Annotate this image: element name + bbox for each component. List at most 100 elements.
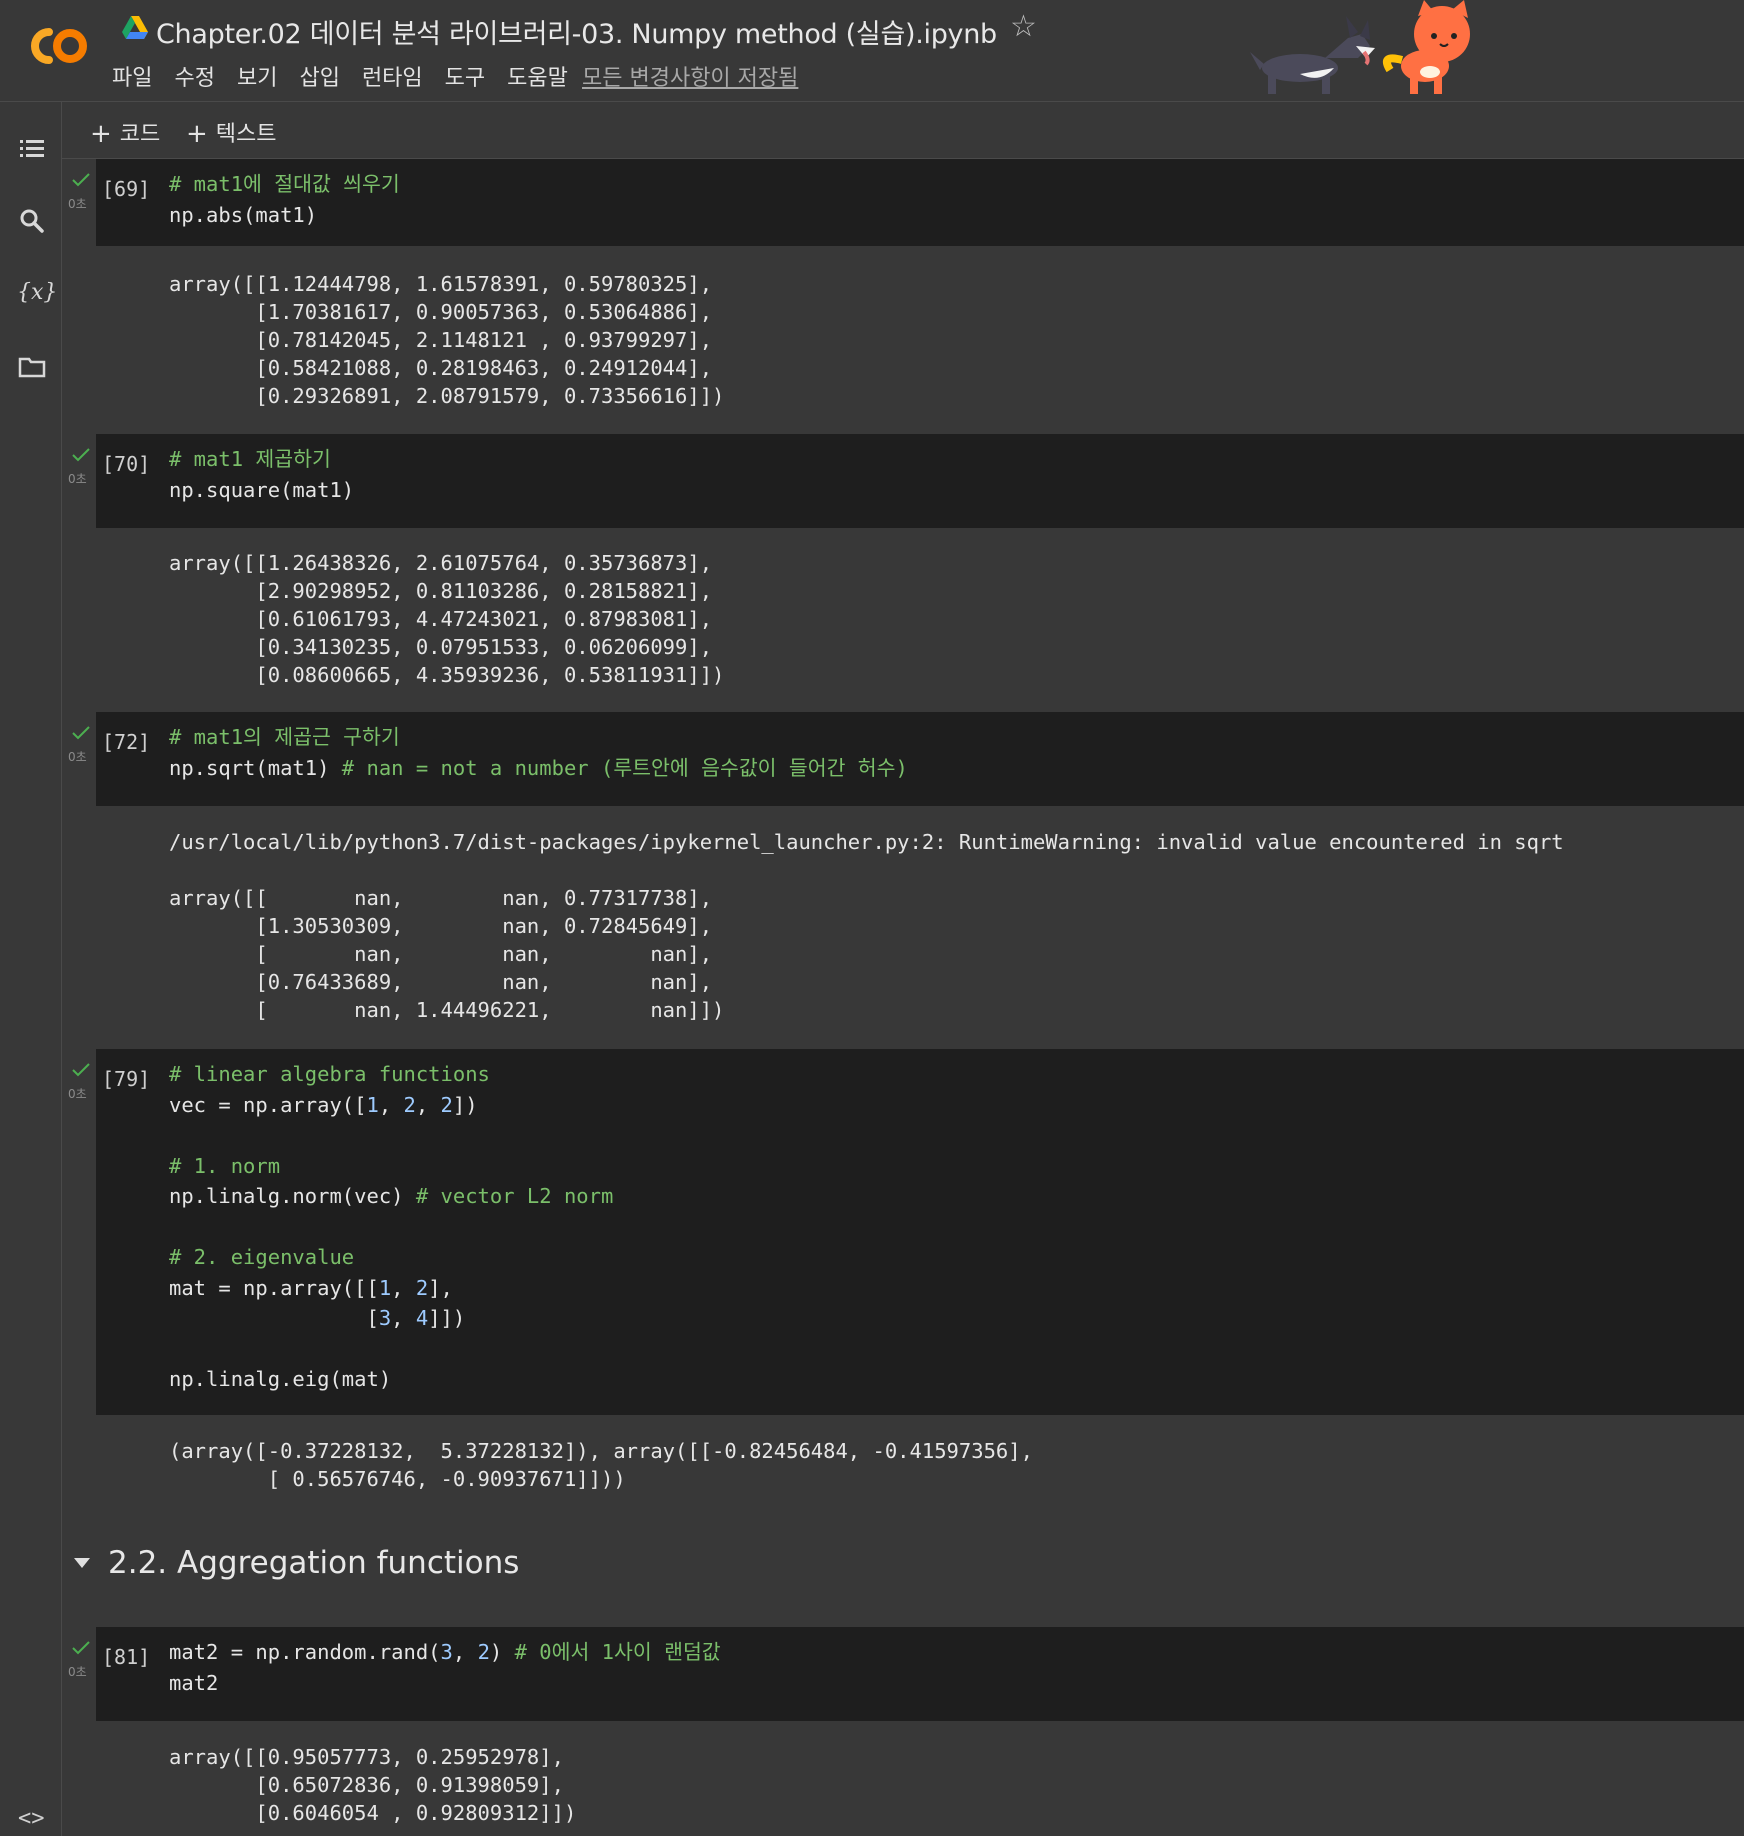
code-line: # linear algebra functions bbox=[169, 1059, 613, 1090]
code-token: np.abs(mat1) bbox=[169, 202, 318, 227]
code-comment: # mat1 제곱하기 bbox=[169, 447, 331, 471]
code-lines: # linear algebra functions vec = np.array… bbox=[169, 1059, 613, 1395]
code-token: , bbox=[452, 1640, 478, 1664]
execution-count: [72] bbox=[102, 730, 151, 754]
execution-time: 0초 bbox=[68, 1665, 87, 1679]
execution-count: [70] bbox=[102, 452, 151, 476]
run-success-check-icon[interactable] bbox=[72, 726, 90, 740]
menu-edit[interactable]: 수정 bbox=[174, 60, 214, 92]
run-success-check-icon[interactable] bbox=[72, 173, 90, 187]
cell-output: array([[1.12444798, 1.61578391, 0.597803… bbox=[169, 270, 724, 410]
cell-output: array([[0.95057773, 0.25952978], [0.6507… bbox=[169, 1743, 576, 1827]
code-token: 3 bbox=[440, 1640, 453, 1664]
code-token: mat2 bbox=[169, 1670, 219, 1695]
code-token: ]) bbox=[452, 1092, 478, 1117]
menu-runtime[interactable]: 런타임 bbox=[362, 60, 423, 92]
run-success-check-icon[interactable] bbox=[72, 1063, 90, 1077]
cat-icon bbox=[1383, 0, 1470, 94]
section-header[interactable]: 2.2. Aggregation functions bbox=[62, 1535, 1744, 1595]
code-token: 1 bbox=[366, 1092, 379, 1117]
code-token: 3 bbox=[378, 1306, 392, 1330]
code-token: np.square(mat1) bbox=[169, 477, 355, 502]
output-line: array([[1.26438326, 2.61075764, 0.357368… bbox=[169, 551, 713, 575]
cell-output: /usr/local/lib/python3.7/dist-packages/i… bbox=[169, 828, 1564, 1024]
menu-tools[interactable]: 도구 bbox=[445, 60, 485, 92]
execution-time: 0초 bbox=[68, 750, 87, 764]
code-token: ]]) bbox=[428, 1306, 466, 1330]
code-comment: # mat1의 제곱근 구하기 bbox=[169, 725, 400, 749]
code-token: , bbox=[378, 1092, 404, 1117]
run-success-check-icon[interactable] bbox=[72, 1641, 90, 1655]
menu-help[interactable]: 도움말 bbox=[507, 60, 568, 92]
code-comment: # 2. eigenvalue bbox=[169, 1245, 355, 1269]
code-line: mat = np.array([[1, 2], bbox=[169, 1273, 613, 1304]
code-editor[interactable]: [72] # mat1의 제곱근 구하기 np.sqrt(mat1) # nan =… bbox=[96, 712, 1744, 806]
execution-time: 0초 bbox=[68, 472, 87, 486]
code-line: np.abs(mat1) bbox=[169, 200, 400, 231]
output-line: [1.70381617, 0.90057363, 0.53064886], bbox=[169, 300, 713, 324]
code-token: 1 bbox=[378, 1275, 392, 1300]
output-line: [0.08600665, 4.35939236, 0.53811931]]) bbox=[169, 663, 725, 687]
code-lines: mat2 = np.random.rand(3, 2) # 0에서 1사이 랜덤… bbox=[169, 1637, 721, 1698]
menu-view[interactable]: 보기 bbox=[237, 60, 277, 92]
output-line: (array([-0.37228132, 5.37228132]), array… bbox=[169, 1439, 1033, 1463]
code-line: [3, 4]]) bbox=[169, 1303, 613, 1334]
code-token: 2 bbox=[415, 1275, 429, 1300]
add-text-button[interactable]: + 텍스트 bbox=[186, 116, 277, 149]
add-code-button[interactable]: + 코드 bbox=[90, 116, 160, 149]
code-token: mat = np.array([[ bbox=[169, 1275, 379, 1300]
code-editor[interactable]: [69] # mat1에 절대값 씌우기 np.abs(mat1) bbox=[96, 159, 1744, 246]
left-sidebar: {𝑥} bbox=[0, 102, 62, 1836]
notebook-title[interactable]: Chapter.02 데이터 분석 라이브러리-03. Numpy method… bbox=[156, 12, 997, 51]
code-token: 2 bbox=[403, 1092, 416, 1117]
table-of-contents-icon[interactable] bbox=[17, 134, 47, 164]
execution-count: [79] bbox=[102, 1067, 151, 1091]
output-line: /usr/local/lib/python3.7/dist-packages/i… bbox=[169, 830, 1564, 854]
plus-icon: + bbox=[186, 119, 208, 149]
code-line: vec = np.array([1, 2, 2]) bbox=[169, 1090, 613, 1121]
plus-icon: + bbox=[90, 119, 112, 149]
add-text-label: 텍스트 bbox=[215, 122, 277, 147]
code-line: np.square(mat1) bbox=[169, 475, 354, 506]
star-icon[interactable]: ☆ bbox=[1010, 12, 1037, 42]
code-comment: # vector L2 norm bbox=[415, 1184, 614, 1208]
code-snippets-icon[interactable]: <> bbox=[18, 1806, 45, 1831]
code-line: # 2. eigenvalue bbox=[169, 1242, 613, 1273]
code-line: # mat1 제곱하기 bbox=[169, 444, 354, 475]
code-editor[interactable]: [81] mat2 = np.random.rand(3, 2) # 0에서 1사… bbox=[96, 1627, 1744, 1721]
output-line: array([[1.12444798, 1.61578391, 0.597803… bbox=[169, 272, 713, 296]
code-token: ) bbox=[489, 1640, 515, 1664]
code-comment: # 1. norm bbox=[169, 1153, 281, 1178]
folder-icon[interactable] bbox=[17, 352, 47, 382]
execution-time: 0초 bbox=[68, 1087, 87, 1101]
code-lines: # mat1 제곱하기 np.square(mat1) bbox=[169, 444, 354, 505]
pets-illustration bbox=[1250, 0, 1470, 94]
menu-bar: 파일 수정 보기 삽입 런타임 도구 도움말 bbox=[112, 60, 590, 92]
output-line: [1.30530309, nan, 0.72845649], bbox=[169, 914, 713, 938]
output-line: [ 0.56576746, -0.90937671]])) bbox=[169, 1467, 626, 1491]
code-comment: # linear algebra functions bbox=[169, 1062, 490, 1086]
code-editor[interactable]: [79] # linear algebra functions vec = np.a… bbox=[96, 1049, 1744, 1415]
output-line: [0.29326891, 2.08791579, 0.73356616]]) bbox=[169, 384, 725, 408]
colab-logo[interactable] bbox=[22, 22, 92, 70]
code-token: 2 bbox=[477, 1640, 490, 1664]
menu-file[interactable]: 파일 bbox=[112, 60, 152, 92]
code-line: # mat1에 절대값 씌우기 bbox=[169, 169, 400, 200]
dog-icon bbox=[1250, 16, 1375, 94]
output-line: [ nan, nan, nan], bbox=[169, 942, 713, 966]
code-line: mat2 bbox=[169, 1668, 721, 1699]
search-icon[interactable] bbox=[17, 206, 47, 236]
save-status[interactable]: 모든 변경사항이 저장됨 bbox=[582, 60, 798, 92]
code-line: # 1. norm bbox=[169, 1151, 613, 1182]
code-editor[interactable]: [70] # mat1 제곱하기 np.square(mat1) bbox=[96, 434, 1744, 528]
variables-icon[interactable]: {𝑥} bbox=[17, 278, 57, 308]
code-line: mat2 = np.random.rand(3, 2) # 0에서 1사이 랜덤… bbox=[169, 1637, 721, 1668]
code-line: np.linalg.eig(mat) bbox=[169, 1364, 613, 1395]
collapse-chevron-icon[interactable] bbox=[74, 1557, 90, 1569]
menu-insert[interactable]: 삽입 bbox=[299, 60, 339, 92]
google-drive-icon[interactable] bbox=[122, 16, 148, 40]
run-success-check-icon[interactable] bbox=[72, 448, 90, 462]
cell-output: array([[1.26438326, 2.61075764, 0.357368… bbox=[169, 549, 724, 689]
